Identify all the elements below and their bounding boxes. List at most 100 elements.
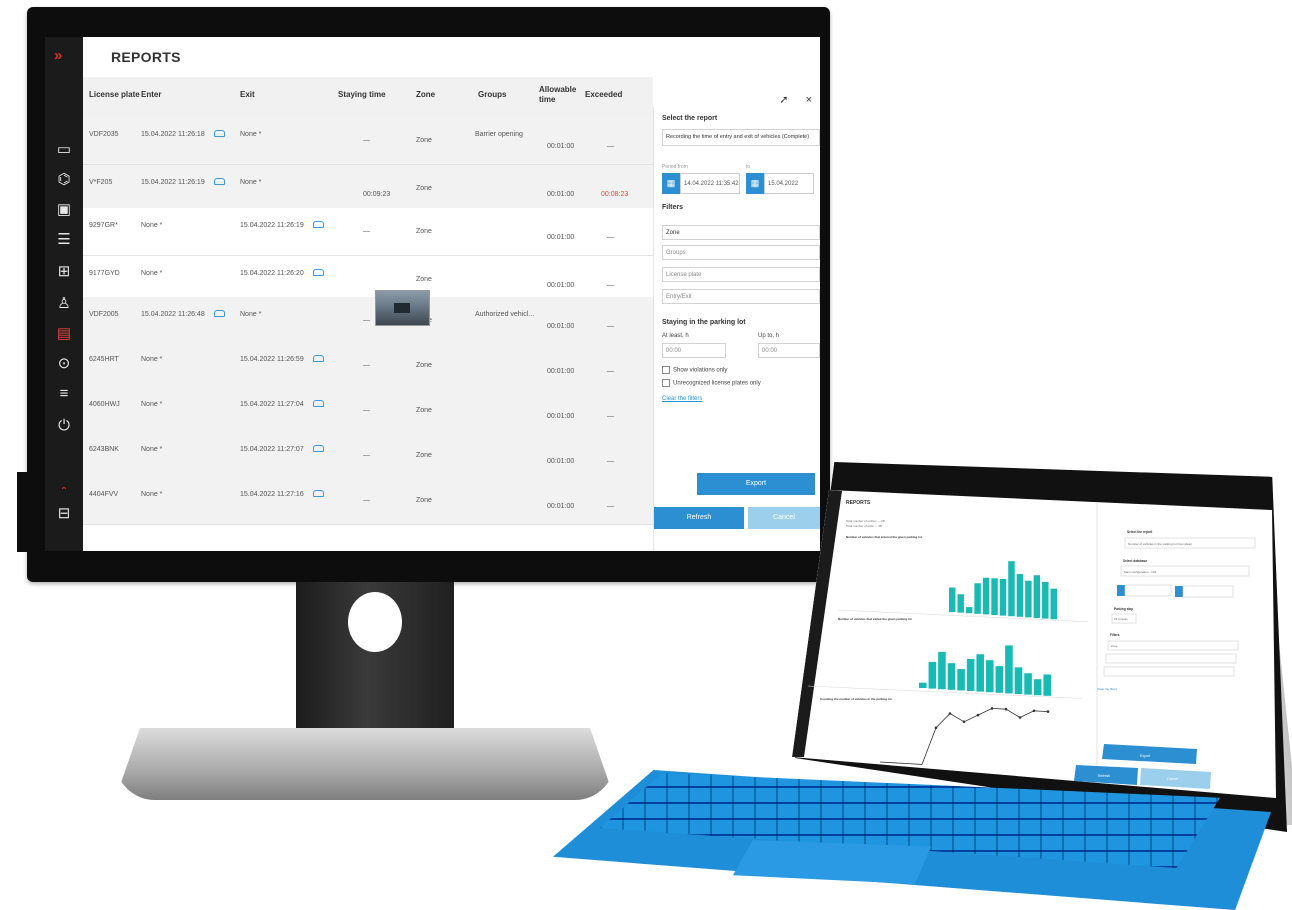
more-icon[interactable]: ⊙ [54, 355, 74, 373]
tablet-export-button[interactable] [1102, 744, 1197, 764]
refresh-button[interactable]: Refresh [654, 507, 744, 529]
col-staying-time[interactable]: Staying time [338, 90, 386, 99]
archive-icon[interactable]: ▣ [54, 201, 74, 219]
camera-icon[interactable]: ⌬ [54, 171, 74, 189]
col-zone[interactable]: Zone [416, 90, 435, 99]
tablet-database-label: Select database [1123, 559, 1147, 563]
pin-icon[interactable]: ➚ [779, 94, 788, 106]
monitor-screen: » ▭ ⌬ ▣ ☰ ⊞ ♙ ▤ ⊙ ≡ ⏻ ⌃ ⊟ REPORTS Licens… [45, 37, 820, 551]
groups-filter[interactable]: Groups [662, 245, 820, 260]
calendar-from-icon[interactable]: ▦ [662, 173, 680, 194]
tablet-cancel-button[interactable] [1140, 768, 1211, 789]
cell-exit: 15.04.2022 11:26:20 [240, 270, 304, 277]
col-allowable-time[interactable]: Allowable time [539, 85, 576, 105]
tablet-report-value: Number of vehicles in the parking lot (C… [1128, 542, 1192, 546]
cell-staying-time: — [363, 228, 370, 235]
table-row[interactable]: V*F205 15.04.2022 11:26:19 None * 00:09:23 Z… [83, 165, 653, 213]
tablet-date-to[interactable] [1182, 585, 1234, 598]
tablet-parking-step-select[interactable] [1111, 613, 1137, 624]
cell-enter: 15.04.2022 11:26:19 [141, 179, 205, 186]
cell-enter: 15.04.2022 11:26:48 [141, 311, 205, 318]
cell-enter: 15.04.2022 11:26:18 [141, 131, 205, 138]
zone-filter[interactable]: Zone [662, 225, 820, 240]
layouts-icon[interactable]: ⊟ [54, 505, 74, 523]
cell-enter: None * [141, 270, 163, 277]
date-to-input[interactable]: 15.04.2022 11:35:42 [764, 173, 814, 194]
tablet-plate-filter[interactable] [1103, 666, 1235, 677]
cell-enter: None * [141, 401, 163, 408]
tablet-refresh-button[interactable] [1074, 765, 1138, 785]
cell-allowable-time: 00:01:00 [547, 368, 575, 375]
unrecognized-checkbox[interactable]: Unrecognized license plates only [662, 379, 761, 387]
vehicle-image-icon[interactable] [313, 355, 324, 362]
col-exit[interactable]: Exit [240, 90, 255, 99]
table-row[interactable]: 9297GR* None * 15.04.2022 11:26:19 — Zone 00:… [83, 208, 653, 256]
data-point [962, 720, 966, 724]
vehicle-image-icon[interactable] [214, 178, 225, 185]
vehicle-snapshot-thumbnail[interactable] [375, 290, 430, 326]
series-line [879, 707, 1049, 765]
table-row[interactable]: 4404FVV None * 15.04.2022 11:27:16 — Zone 00:… [83, 477, 653, 525]
cell-exit: 15.04.2022 11:27:04 [240, 401, 304, 408]
col-enter[interactable]: Enter [141, 90, 161, 99]
date-from-input[interactable]: 14.04.2022 11:35:42 [680, 173, 740, 194]
filters-label: Filters [662, 204, 684, 211]
tablet-zone-filter[interactable] [1107, 640, 1239, 651]
tablet-report-select[interactable] [1124, 537, 1256, 549]
col-license-plate[interactable]: License plate [89, 90, 140, 99]
person-search-icon[interactable]: ♙ [54, 295, 74, 313]
cell-exceeded: — [607, 323, 614, 330]
vehicle-image-icon[interactable] [214, 130, 225, 137]
tablet-clear-filters-link[interactable]: Clear the filters [1097, 687, 1118, 691]
data-point [948, 712, 952, 715]
entry-exit-filter[interactable]: Entry/Exit [662, 289, 820, 304]
tablet-calendar-from-icon[interactable] [1117, 585, 1125, 596]
vehicle-image-icon[interactable] [313, 221, 324, 228]
vehicle-image-icon[interactable] [313, 445, 324, 452]
settings-icon[interactable]: ≡ [54, 385, 74, 403]
tablet-parking-step-label: Parking step [1114, 607, 1133, 611]
close-icon[interactable]: × [806, 94, 812, 106]
cell-exceeded: — [607, 143, 614, 150]
cell-exceeded: — [607, 282, 614, 289]
tablet-date-from[interactable] [1124, 584, 1172, 597]
at-least-input[interactable]: 00:00 [662, 343, 726, 358]
table-row[interactable]: 6243BNK None * 15.04.2022 11:27:07 — Zone 00:… [83, 432, 653, 480]
table-row[interactable]: VDF200515.04.2022 11:26:48None *—ZoneAut… [83, 297, 653, 345]
col-exceeded[interactable]: Exceeded [585, 90, 622, 99]
tablet-refresh-label: Refresh [1098, 774, 1110, 778]
bar [966, 659, 975, 691]
vehicle-image-icon[interactable] [313, 269, 324, 276]
calendar-to-icon[interactable]: ▦ [746, 173, 764, 194]
cell-plate: VDF2005 [89, 311, 119, 318]
clear-filters-link[interactable]: Clear the filters [662, 396, 702, 402]
export-button[interactable]: Export [697, 473, 815, 495]
license-plate-filter[interactable]: License plate [662, 267, 820, 282]
bar [1033, 575, 1041, 618]
report-select[interactable]: Recording the time of entry and exit of … [662, 129, 820, 146]
col-groups[interactable]: Groups [478, 90, 506, 99]
table-row[interactable]: VDF2035 15.04.2022 11:26:18 None * — Zone Bar… [83, 117, 653, 165]
data-point [976, 713, 980, 717]
monitor-icon[interactable]: ▭ [54, 141, 74, 159]
vehicle-image-icon[interactable] [313, 490, 324, 497]
show-violations-checkbox[interactable]: Show violations only [662, 366, 727, 374]
collapse-up-icon[interactable]: ⌃ [54, 483, 74, 501]
tablet-select-report-label: Select the report [1127, 530, 1153, 534]
reports-icon[interactable]: ▤ [54, 325, 74, 343]
layout-icon[interactable]: ⊞ [54, 263, 74, 281]
bar [999, 578, 1007, 616]
tablet-calendar-to-icon[interactable] [1175, 586, 1183, 597]
table-row[interactable]: 4060HWJ None * 15.04.2022 11:27:04 — Zone 00:… [83, 387, 653, 435]
list-icon[interactable]: ☰ [54, 231, 74, 249]
vehicle-image-icon[interactable] [313, 400, 324, 407]
power-icon[interactable]: ⏻ [54, 417, 74, 435]
tablet-groups-filter[interactable] [1105, 653, 1237, 664]
table-row[interactable]: 6245HRT None * 15.04.2022 11:26:59 — Zone 00:… [83, 342, 653, 390]
expand-sidebar-icon[interactable]: » [54, 47, 63, 64]
tablet-database-select[interactable] [1120, 565, 1250, 577]
cell-exit: 15.04.2022 11:26:59 [240, 356, 304, 363]
vehicle-image-icon[interactable] [214, 310, 225, 317]
cancel-button[interactable]: Cancel [748, 507, 820, 529]
up-to-input[interactable]: 00:00 [758, 343, 820, 358]
